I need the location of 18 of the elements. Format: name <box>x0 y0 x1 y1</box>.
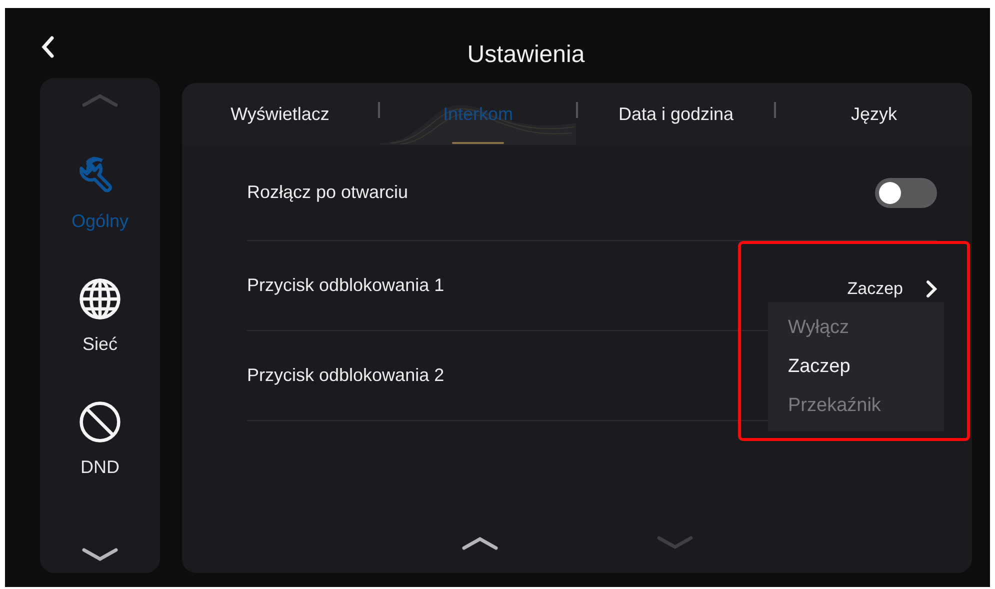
tab[interactable]: Język <box>776 83 972 145</box>
back-button[interactable] <box>40 34 56 60</box>
dropdown-option[interactable]: Wyłącz <box>768 308 944 347</box>
no-entry-icon <box>78 400 122 444</box>
tab[interactable]: Data i godzina <box>578 83 774 145</box>
dropdown-option[interactable]: Zaczep <box>768 347 944 386</box>
globe-icon <box>78 277 122 321</box>
setting-label: Rozłącz po otwarciu <box>247 181 408 204</box>
screen-title: Ustawienia <box>466 40 585 70</box>
sidebar-item[interactable]: Sieć <box>78 277 122 358</box>
toggle-switch[interactable] <box>875 178 937 208</box>
chevron-right-icon <box>925 280 937 298</box>
sidebar-item[interactable]: DND <box>78 400 122 481</box>
tab[interactable]: Wyświetlacz <box>182 83 378 145</box>
setting-label: Przycisk odblokowania 2 <box>247 364 444 387</box>
value-selector[interactable]: Zaczep <box>847 276 937 302</box>
setting-label: Przycisk odblokowania 1 <box>247 274 444 297</box>
dropdown-option[interactable]: Przekaźnik <box>768 386 944 425</box>
